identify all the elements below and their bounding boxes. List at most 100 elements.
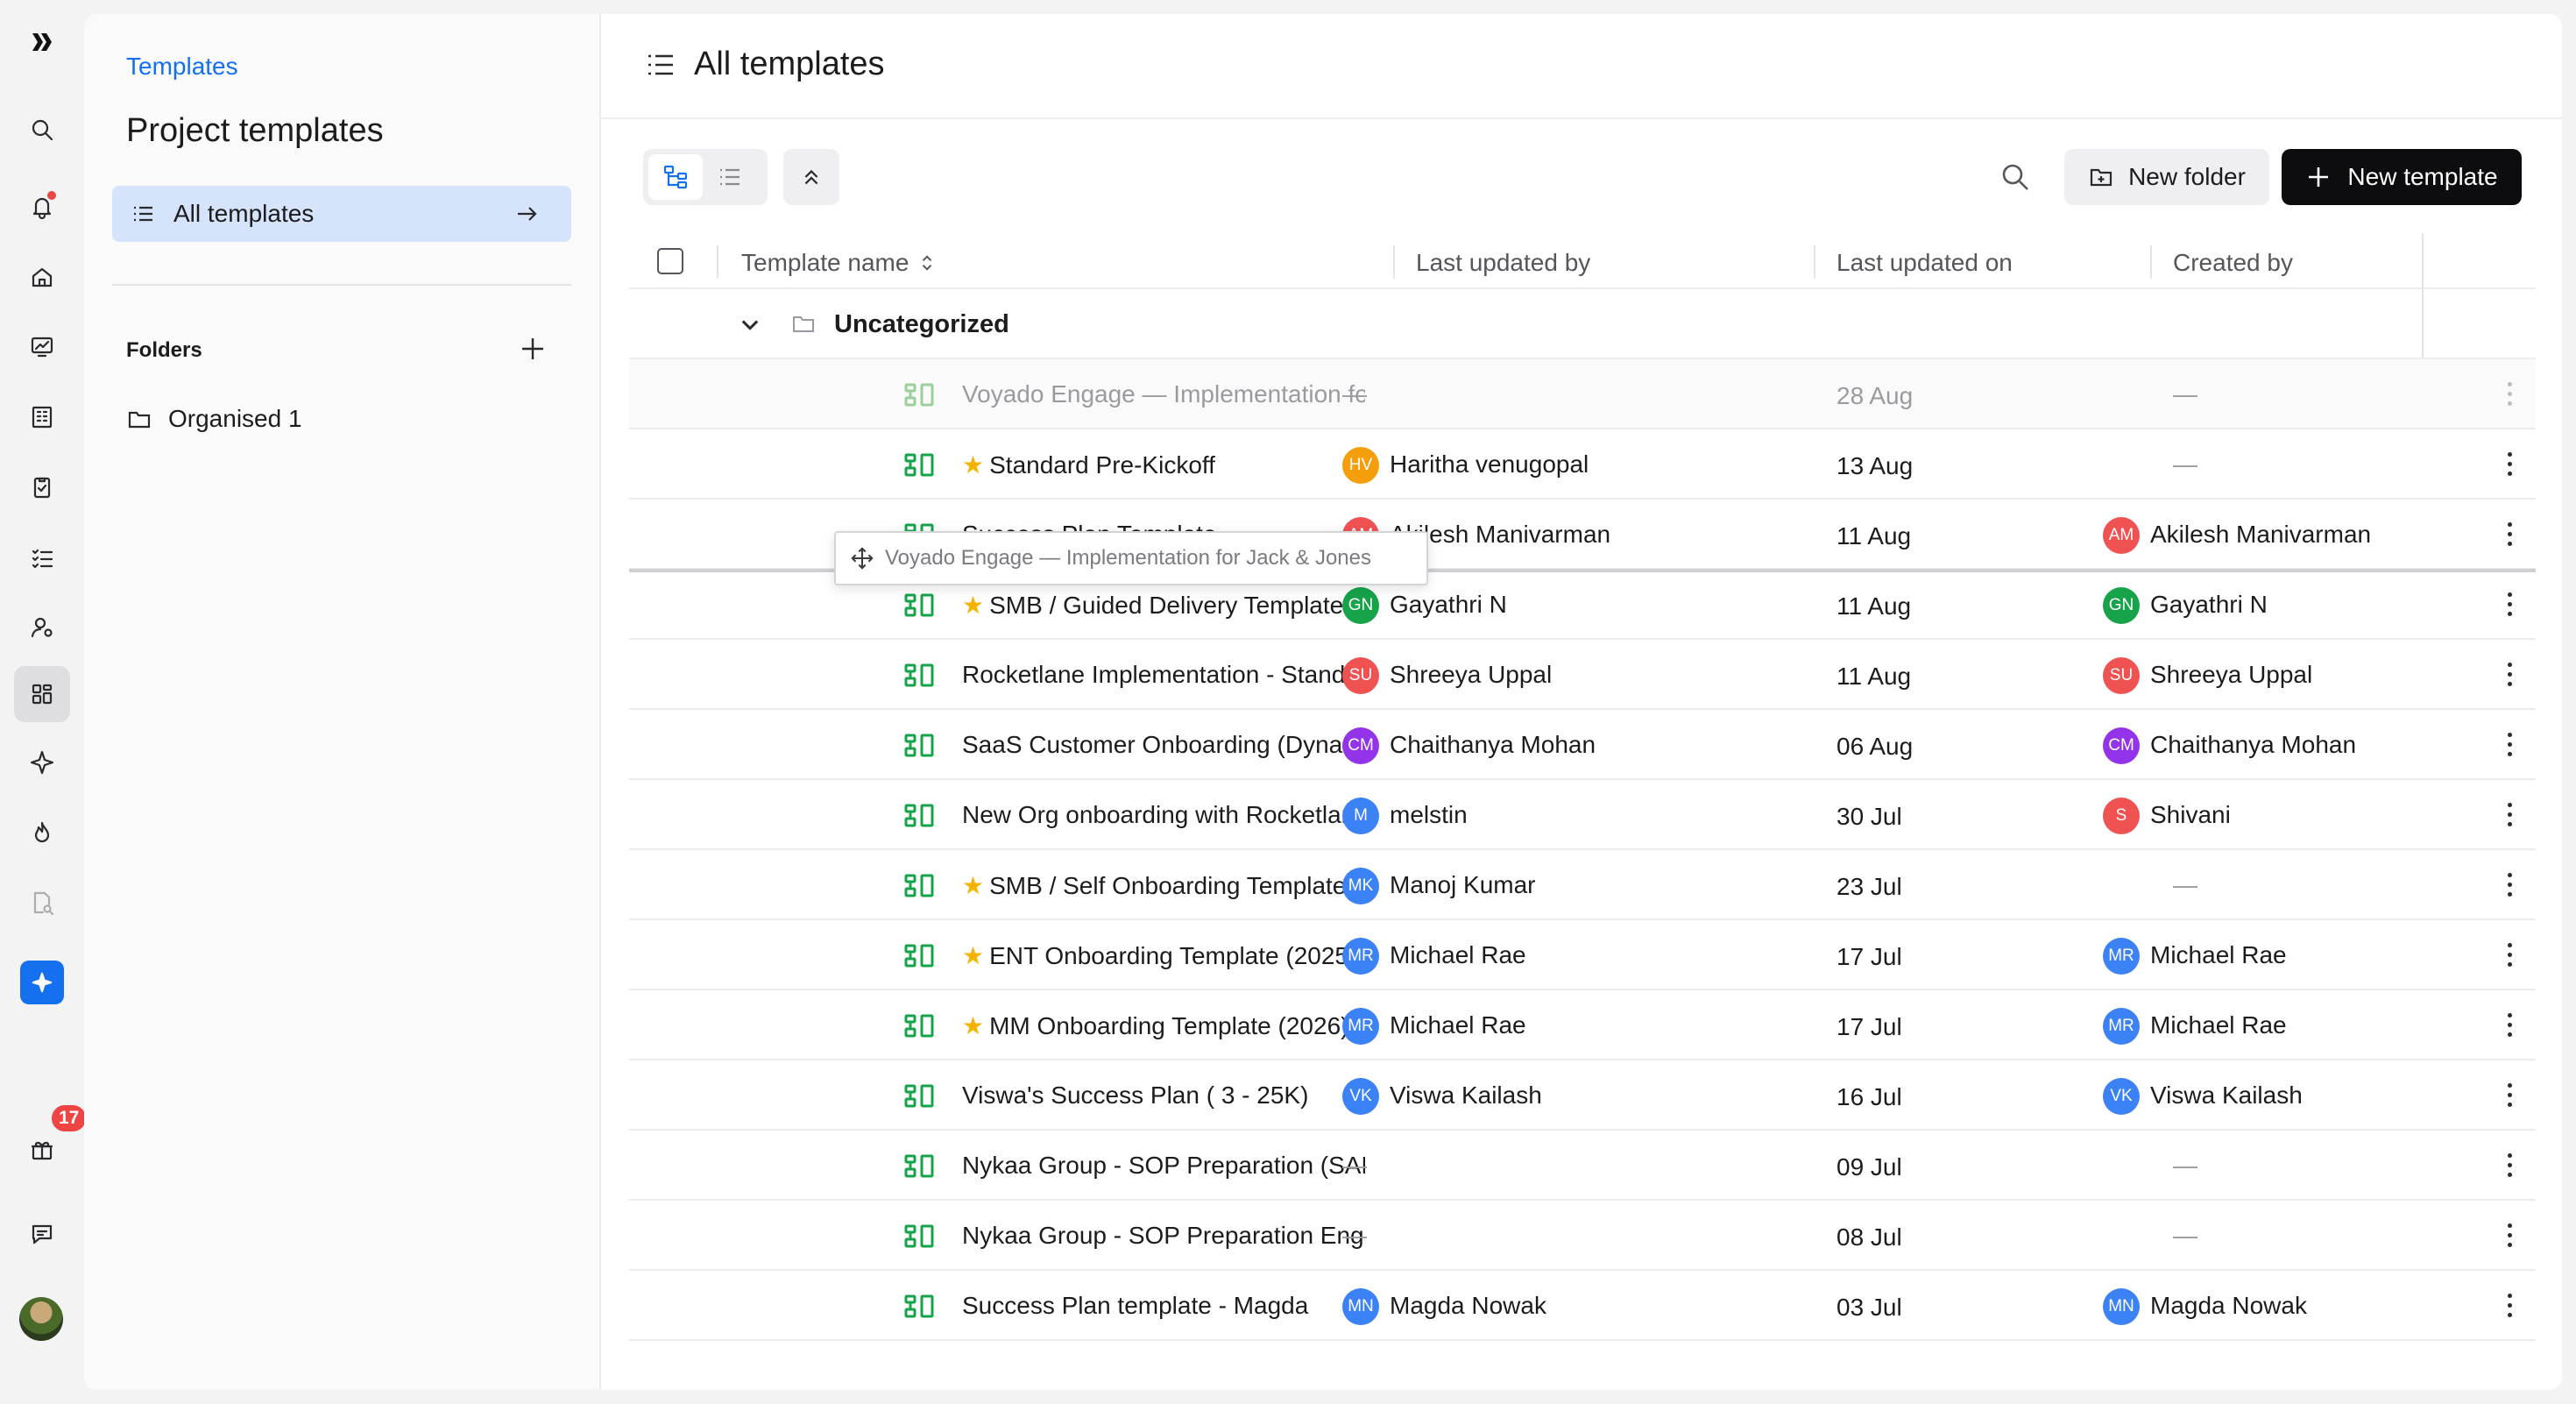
more-options-icon[interactable] — [2508, 873, 2513, 899]
template-name-text: SMB / Guided Delivery Template - FY26 — [989, 592, 1365, 619]
template-name[interactable]: Rocketlane Implementation - Standard — [962, 661, 1365, 689]
last-updated-by: — — [1342, 1222, 1367, 1249]
building-icon[interactable] — [14, 389, 70, 445]
template-name[interactable]: ★ Standard Pre-Kickoff — [962, 450, 1365, 479]
table-row[interactable]: ★ ENT Onboarding Template (2025) MR Michael… — [629, 920, 2536, 990]
more-options-icon[interactable] — [2508, 1013, 2513, 1039]
last-updated-by: Shreeya Uppal — [1390, 661, 1553, 688]
list-view-button[interactable] — [703, 154, 757, 200]
table-row[interactable]: New Org onboarding with Rocketlane Mmelst… — [629, 780, 2536, 850]
home-icon[interactable] — [14, 249, 70, 305]
table-row[interactable]: SaaS Customer Onboarding (Dynamic) CM Chai… — [629, 710, 2536, 780]
last-updated-on: 16 Jul — [1836, 1083, 1902, 1110]
new-template-button[interactable]: New template — [2282, 149, 2522, 205]
template-name[interactable]: Voyado Engage — Implementation for Jack … — [962, 380, 1365, 408]
template-name-text: Voyado Engage — Implementation for Jack … — [962, 380, 1365, 408]
created-by: Shivani — [2150, 801, 2231, 828]
avatar: SU — [1342, 657, 1379, 694]
avatar: MR — [2103, 938, 2140, 975]
document-search-icon[interactable] — [14, 875, 70, 931]
template-name[interactable]: Nykaa Group - SOP Preparation (SAP) — [962, 1152, 1365, 1180]
nav-all-templates[interactable]: All templates — [112, 186, 571, 242]
sort-icon — [923, 255, 932, 271]
table-row[interactable]: Rocketlane Implementation - Standard SU Sh… — [629, 640, 2536, 710]
template-name[interactable]: New Org onboarding with Rocketlane — [962, 801, 1365, 829]
collapse-all-button[interactable] — [783, 149, 839, 205]
more-options-icon[interactable] — [2508, 1223, 2513, 1250]
chevron-down-icon[interactable] — [738, 312, 762, 337]
template-name[interactable]: ★SMB / Guided Delivery Template - FY26 — [962, 591, 1365, 620]
more-options-icon[interactable] — [2508, 382, 2513, 408]
template-name[interactable]: SaaS Customer Onboarding (Dynamic) — [962, 731, 1365, 759]
ai-assistant-icon[interactable] — [20, 961, 64, 1004]
bell-icon[interactable] — [14, 179, 70, 235]
star-icon: ★ — [962, 451, 985, 479]
clipboard-check-icon[interactable] — [14, 459, 70, 515]
add-folder-icon[interactable] — [517, 333, 548, 365]
folder-icon — [128, 411, 151, 429]
template-name[interactable]: ★ SMB / Self Onboarding Template — [962, 871, 1365, 900]
last-updated-on: 30 Jul — [1836, 803, 1902, 830]
avatar: VK — [2103, 1078, 2140, 1115]
template-name[interactable]: ★ ENT Onboarding Template (2025) — [962, 941, 1365, 970]
user-avatar[interactable] — [19, 1297, 63, 1341]
table-row[interactable]: ★ MM Onboarding Template (2026) MR Michael … — [629, 990, 2536, 1060]
search-icon[interactable] — [1998, 160, 2033, 195]
plus-icon — [2309, 167, 2329, 187]
new-folder-button[interactable]: New folder — [2064, 149, 2269, 205]
more-options-icon[interactable] — [2508, 522, 2513, 549]
template-rows: Voyado Engage — Implementation for Jack … — [629, 359, 2536, 1341]
more-options-icon[interactable] — [2508, 663, 2513, 689]
column-last-updated-by[interactable]: Last updated by — [1416, 249, 1590, 277]
more-options-icon[interactable] — [2508, 803, 2513, 829]
template-name[interactable]: ★ MM Onboarding Template (2026) — [962, 1011, 1365, 1040]
monitor-chart-icon[interactable] — [14, 319, 70, 375]
avatar: HV — [1342, 447, 1379, 484]
column-created-by[interactable]: Created by — [2173, 249, 2293, 277]
checklist-icon[interactable] — [14, 529, 70, 585]
avatar: MN — [1342, 1288, 1379, 1325]
logo-icon[interactable] — [14, 14, 70, 70]
sparkle-icon[interactable] — [14, 734, 70, 791]
group-row-uncategorized[interactable]: Uncategorized — [629, 289, 2536, 359]
more-options-icon[interactable] — [2508, 1153, 2513, 1180]
more-options-icon[interactable] — [2508, 452, 2513, 479]
template-name[interactable]: Success Plan template - Magda — [962, 1292, 1365, 1320]
list-icon — [134, 206, 152, 222]
more-options-icon[interactable] — [2508, 592, 2513, 619]
template-icon — [904, 873, 936, 899]
table-row[interactable]: Success Plan template - Magda MN Magda Now… — [629, 1271, 2536, 1341]
avatar: CM — [1342, 727, 1379, 764]
table-row[interactable]: ★ SMB / Self Onboarding Template MK Manoj K… — [629, 850, 2536, 920]
template-name[interactable]: Nykaa Group - SOP Preparation Engagement — [962, 1222, 1365, 1250]
table-row[interactable]: ★ Standard Pre-Kickoff HV Haritha venugopal… — [629, 429, 2536, 500]
more-options-icon[interactable] — [2508, 733, 2513, 759]
column-template-name[interactable]: Template name — [741, 249, 935, 277]
star-icon: ★ — [962, 1012, 985, 1039]
table-row[interactable]: Voyado Engage — Implementation for Jack … — [629, 359, 2536, 429]
folder-item[interactable]: Organised 1 — [126, 405, 302, 433]
user-settings-icon[interactable] — [14, 599, 70, 656]
templates-icon[interactable] — [14, 666, 70, 722]
last-updated-on: 28 Aug — [1836, 382, 1914, 409]
table-row[interactable]: Nykaa Group - SOP Preparation Engagement… — [629, 1201, 2536, 1271]
chat-icon[interactable] — [14, 1206, 70, 1262]
template-name[interactable]: Viswa's Success Plan ( 3 - 25K) — [962, 1081, 1365, 1110]
created-by: — — [2173, 380, 2197, 408]
more-options-icon[interactable] — [2508, 943, 2513, 969]
template-icon — [904, 1294, 936, 1320]
tree-view-button[interactable] — [648, 154, 703, 200]
table-row[interactable]: Viswa's Success Plan ( 3 - 25K) VK Viswa K… — [629, 1060, 2536, 1131]
table-row[interactable]: Nykaa Group - SOP Preparation (SAP) —09 J… — [629, 1131, 2536, 1201]
avatar: VK — [1342, 1078, 1379, 1115]
column-last-updated-on[interactable]: Last updated on — [1836, 249, 2013, 277]
more-options-icon[interactable] — [2508, 1294, 2513, 1320]
search-icon[interactable] — [14, 102, 70, 158]
created-by: — — [2173, 1152, 2197, 1179]
breadcrumb[interactable]: Templates — [126, 53, 238, 81]
avatar: MR — [1342, 938, 1379, 975]
template-name-text: Success Plan template - Magda — [962, 1292, 1309, 1319]
select-all-checkbox[interactable] — [657, 248, 683, 274]
flame-icon[interactable] — [14, 805, 70, 861]
more-options-icon[interactable] — [2508, 1083, 2513, 1110]
